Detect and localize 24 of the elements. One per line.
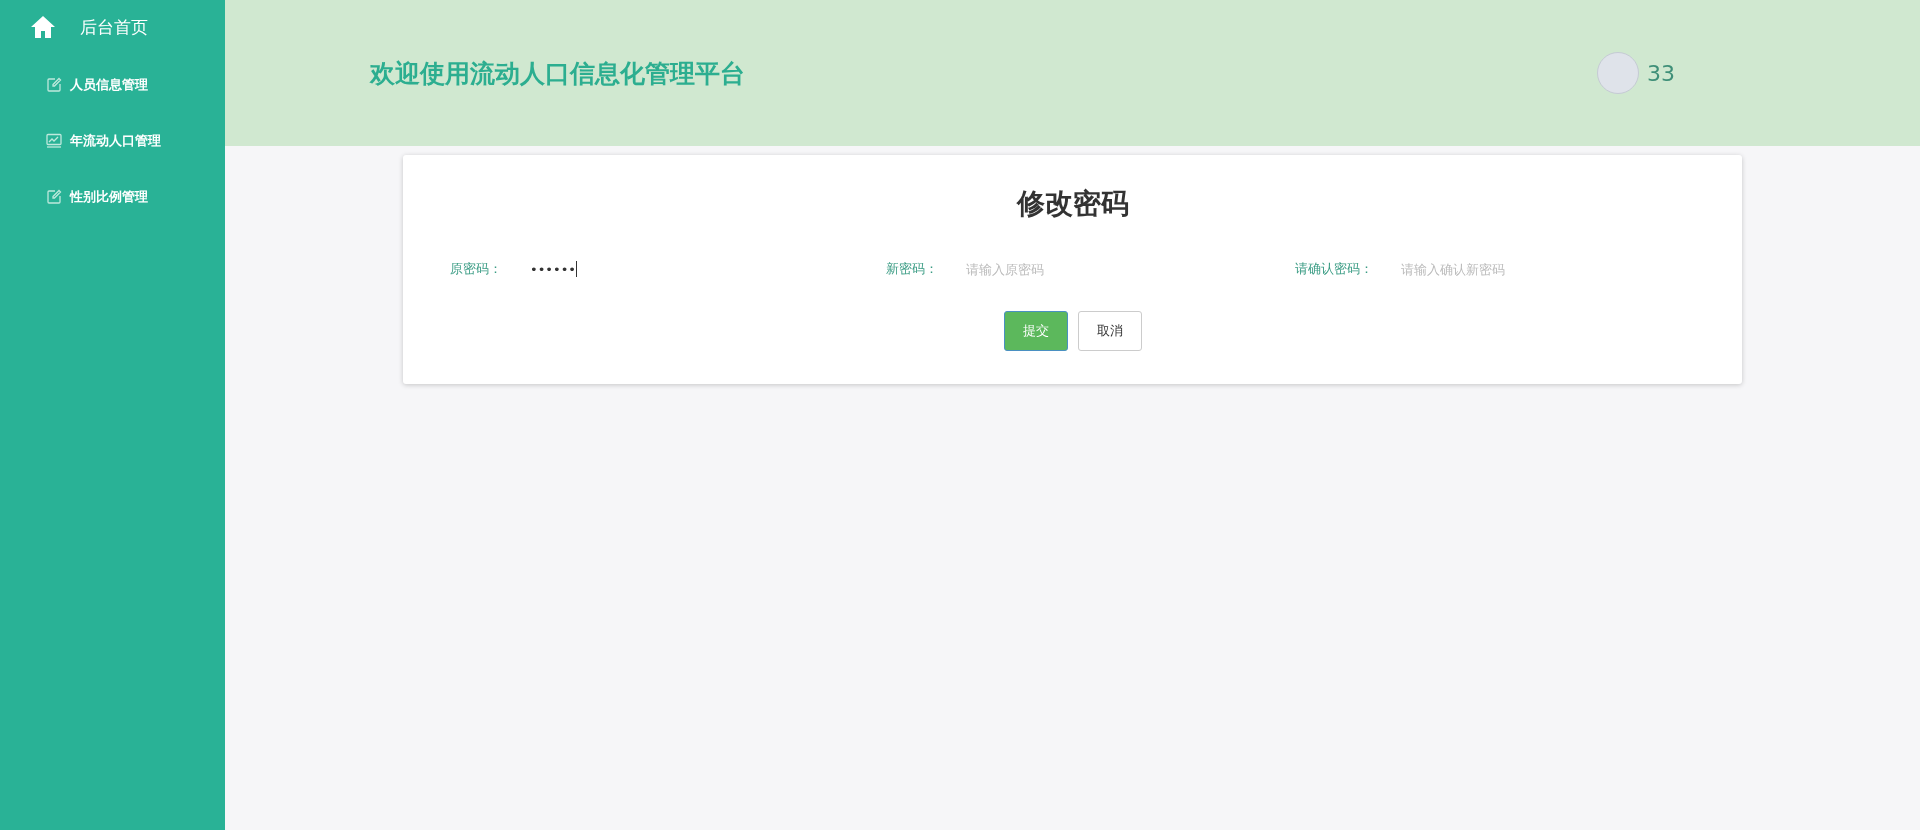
home-icon	[30, 15, 56, 39]
sidebar-item[interactable]: 性别比例管理	[0, 169, 225, 225]
home-label: 后台首页	[80, 15, 148, 39]
home-link[interactable]: 后台首页	[0, 0, 225, 54]
edit-icon	[46, 77, 62, 93]
password-value[interactable]: ••••••	[530, 261, 576, 277]
sidebar-item[interactable]: 年流动人口管理	[0, 113, 225, 169]
input-field[interactable]: 请输入原密码	[966, 259, 1166, 279]
sidebar-item[interactable]: 人员信息管理	[0, 57, 225, 113]
field-label: 新密码：	[886, 260, 938, 278]
edit-icon	[46, 189, 62, 205]
chart-icon	[46, 133, 62, 149]
field-label: 请确认密码：	[1295, 260, 1373, 278]
sidebar-item-label: 性别比例管理	[70, 188, 148, 206]
sidebar-item-label: 年流动人口管理	[70, 132, 161, 150]
input-field[interactable]: 请输入确认新密码	[1401, 259, 1601, 279]
form-title: 修改密码	[1016, 186, 1129, 222]
avatar-placeholder[interactable]	[1597, 52, 1639, 94]
field-label: 原密码：	[450, 260, 502, 278]
page-title: 欢迎使用流动人口信息化管理平台	[370, 57, 746, 90]
cancel-button[interactable]: 取消	[1077, 311, 1142, 351]
sidebar-item-label: 人员信息管理	[70, 76, 148, 94]
user-name: 33	[1647, 60, 1675, 86]
submit-button[interactable]: 提交	[1003, 311, 1068, 351]
